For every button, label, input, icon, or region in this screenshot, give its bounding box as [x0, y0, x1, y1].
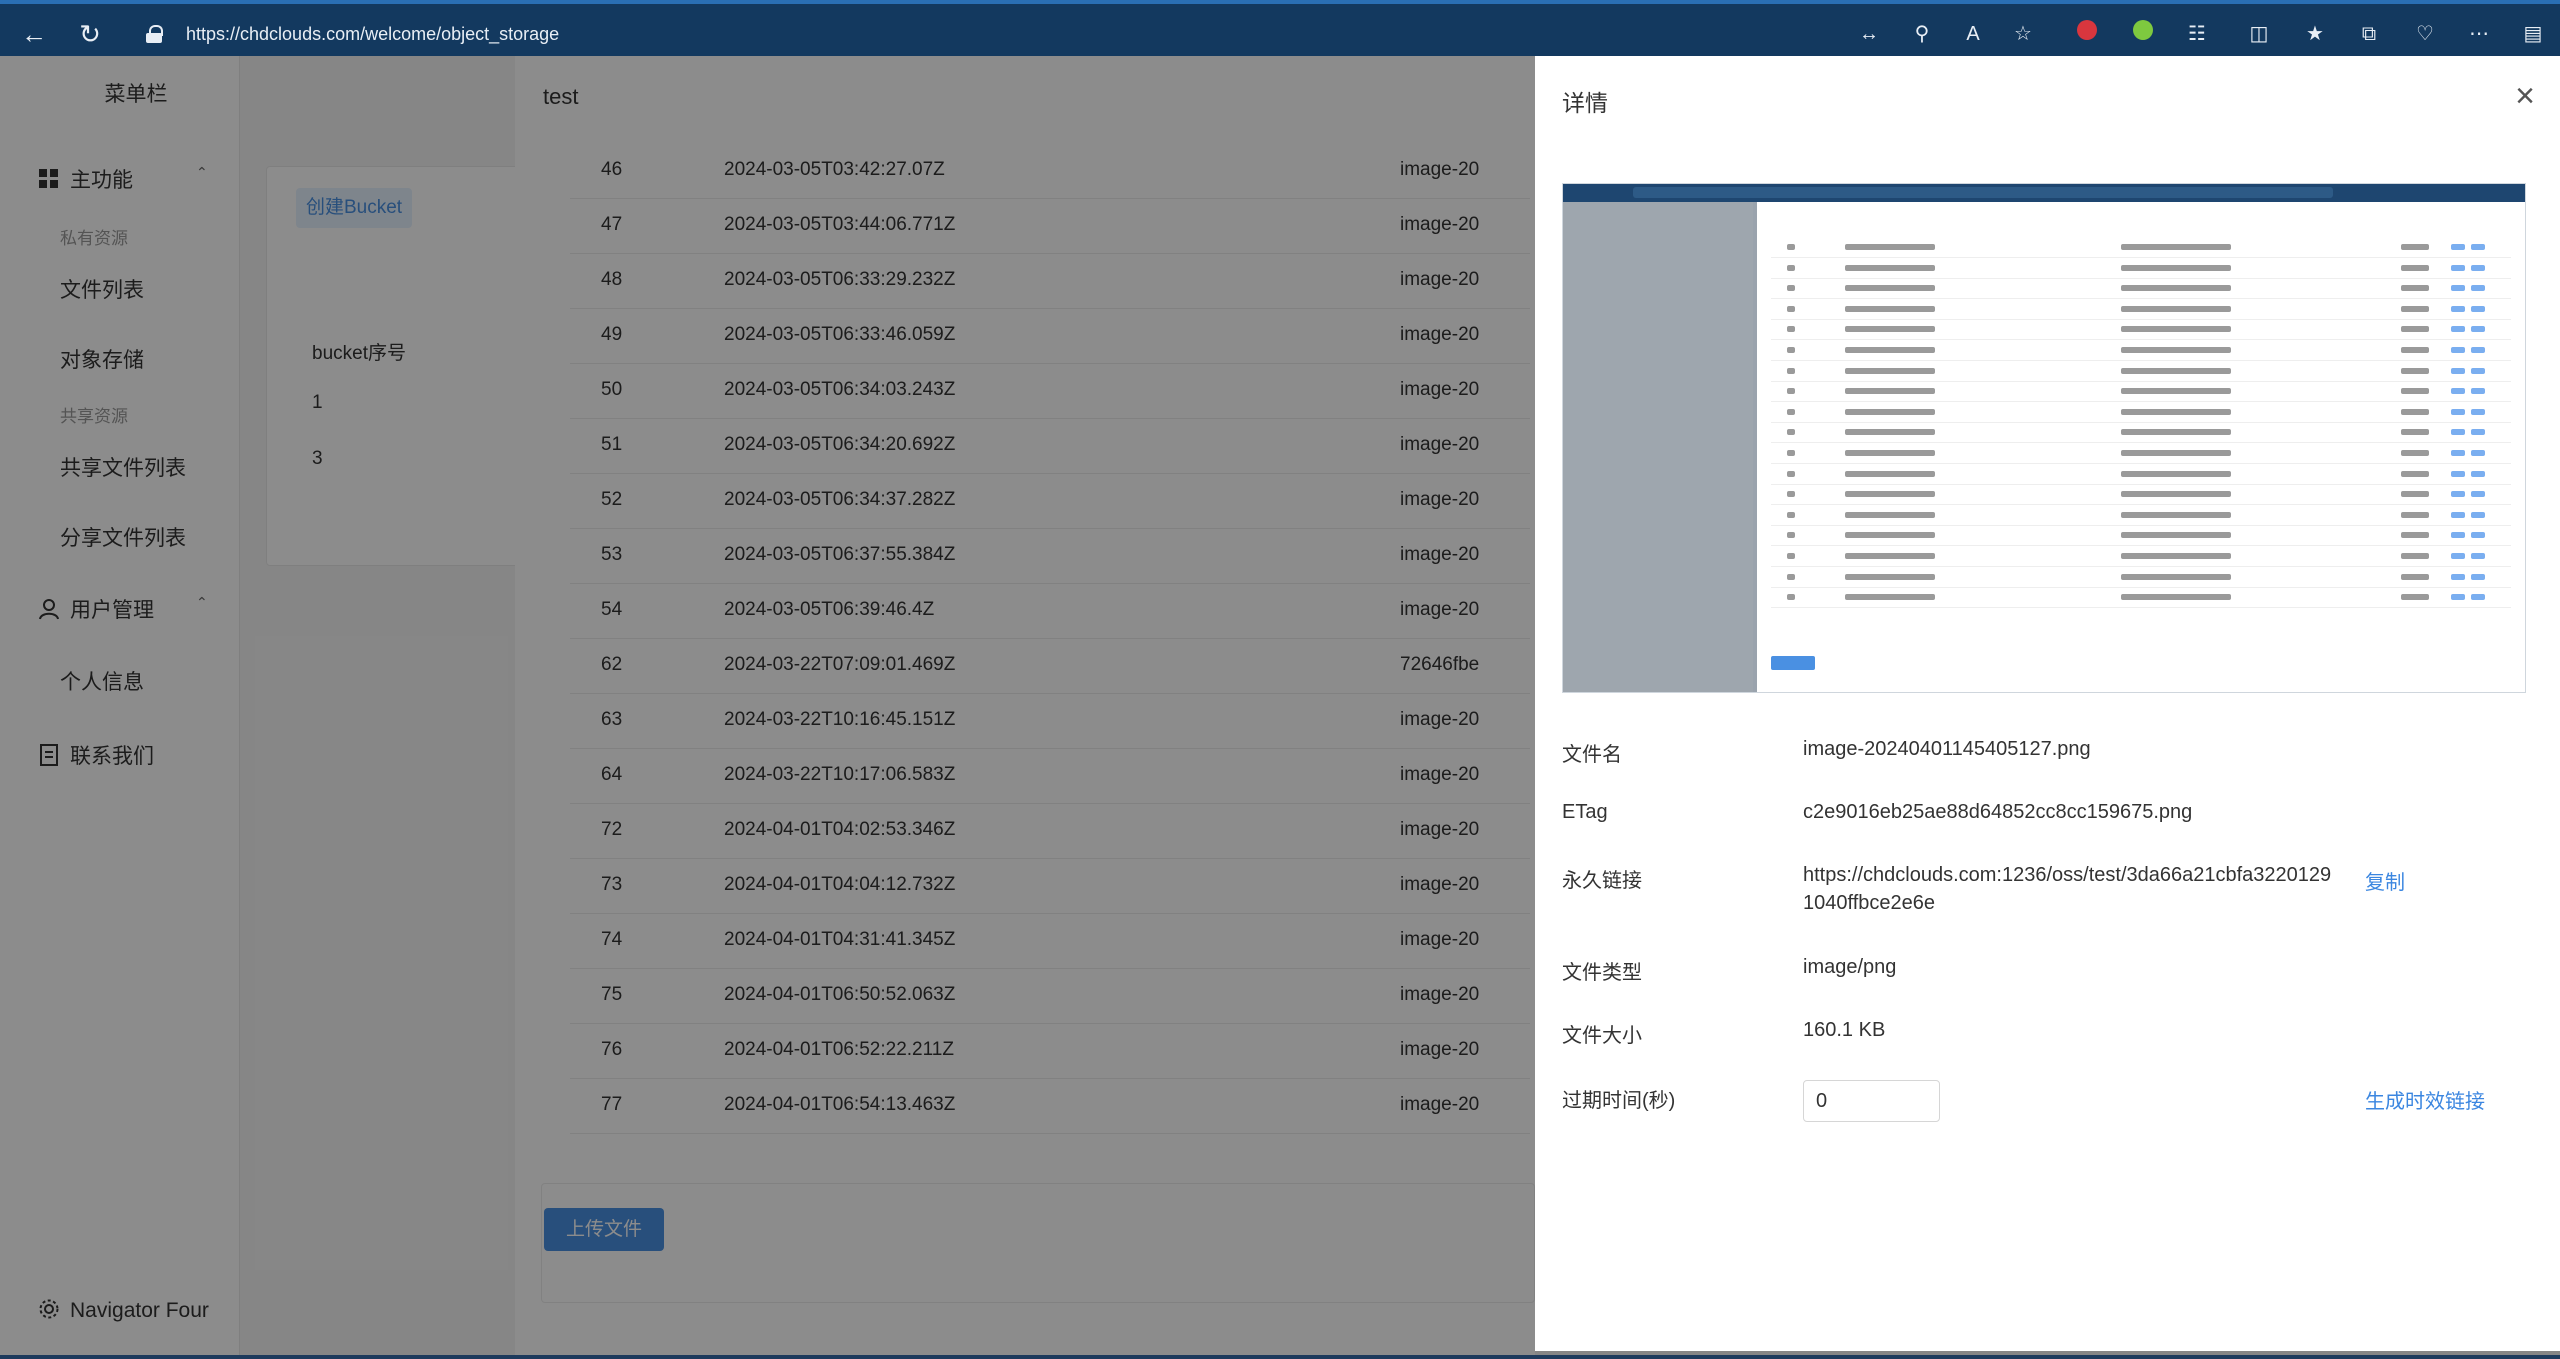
preview-row: [1771, 279, 2511, 300]
preview-row: [1771, 341, 2511, 361]
back-icon[interactable]: ←: [16, 16, 52, 52]
generate-timed-link[interactable]: 生成时效链接: [2365, 1085, 2485, 1114]
collections-icon[interactable]: ⧉: [2354, 19, 2384, 49]
image-preview: [1562, 183, 2526, 693]
favorite-icon[interactable]: ☆: [2008, 19, 2038, 49]
permalink-line-1: https://chdclouds.com:1236/oss/test/3da6…: [1803, 864, 2332, 886]
filesize-value: 160.1 KB: [1803, 1019, 1886, 1041]
preview-row: [1771, 300, 2511, 320]
address-bar[interactable]: https://chdclouds.com/welcome/object_sto…: [132, 14, 1832, 54]
etag-value: c2e9016eb25ae88d64852cc8cc159675.png: [1803, 801, 2193, 823]
extension-red-icon[interactable]: [2072, 19, 2102, 49]
zoom-icon[interactable]: ⚲: [1907, 19, 1937, 49]
read-aloud-icon[interactable]: A: [1958, 19, 1988, 49]
more-icon[interactable]: ⋯: [2464, 19, 2494, 49]
copy-link[interactable]: 复制: [2365, 866, 2405, 895]
lock-icon: [146, 25, 163, 43]
close-icon[interactable]: ×: [2505, 76, 2545, 116]
preview-row: [1771, 547, 2511, 567]
split-screen-icon[interactable]: ◫: [2244, 19, 2274, 49]
expire-label: 过期时间(秒): [1562, 1090, 1676, 1112]
etag-label: ETag: [1562, 801, 1608, 823]
browser-toolbar: ← ↻ https://chdclouds.com/welcome/object…: [0, 0, 2560, 56]
preview-row: [1771, 465, 2511, 485]
browser-essentials-icon[interactable]: ♡: [2410, 19, 2440, 49]
preview-row: [1771, 362, 2511, 382]
preview-upload-button: [1771, 656, 1815, 670]
filesize-label: 文件大小: [1562, 1025, 1642, 1047]
filename-label: 文件名: [1562, 744, 1622, 766]
expire-seconds-input[interactable]: 0: [1803, 1080, 1940, 1122]
preview-row: [1771, 444, 2511, 464]
preview-row: [1771, 506, 2511, 526]
preview-row: [1771, 382, 2511, 403]
dialog-dim-overlay: [515, 56, 1535, 1355]
extensions-icon[interactable]: ☷: [2182, 19, 2212, 49]
preview-row: [1771, 259, 2511, 279]
favorites-list-icon[interactable]: ★: [2300, 19, 2330, 49]
preview-row: [1771, 485, 2511, 506]
detail-drawer: 详情 × 文件名 image-20240401145405127.png ETa…: [1535, 56, 2560, 1351]
preview-row: [1771, 588, 2511, 609]
filename-value: image-20240401145405127.png: [1803, 738, 2091, 760]
filetype-value: image/png: [1803, 956, 1897, 978]
preview-url-bar: [1633, 187, 2333, 198]
translate-icon[interactable]: ↔: [1854, 19, 1884, 49]
preview-sidebar: [1563, 202, 1753, 692]
filetype-label: 文件类型: [1562, 962, 1642, 984]
preview-browser-bar: [1563, 184, 2525, 202]
extension-green-icon[interactable]: [2128, 19, 2158, 49]
refresh-icon[interactable]: ↻: [72, 16, 108, 52]
address-url: https://chdclouds.com/welcome/object_sto…: [186, 24, 560, 44]
preview-row: [1771, 568, 2511, 588]
sidebar-toggle-icon[interactable]: ▤: [2518, 19, 2548, 49]
preview-row: [1771, 423, 2511, 444]
permalink-label: 永久链接: [1562, 870, 1642, 892]
permalink-line-2: 1040ffbce2e6e: [1803, 892, 1935, 914]
preview-row: [1771, 403, 2511, 423]
preview-row: [1771, 238, 2511, 258]
preview-row: [1771, 526, 2511, 547]
preview-dialog: [1757, 202, 2525, 692]
drawer-title: 详情: [1562, 90, 1608, 116]
preview-row: [1771, 320, 2511, 341]
